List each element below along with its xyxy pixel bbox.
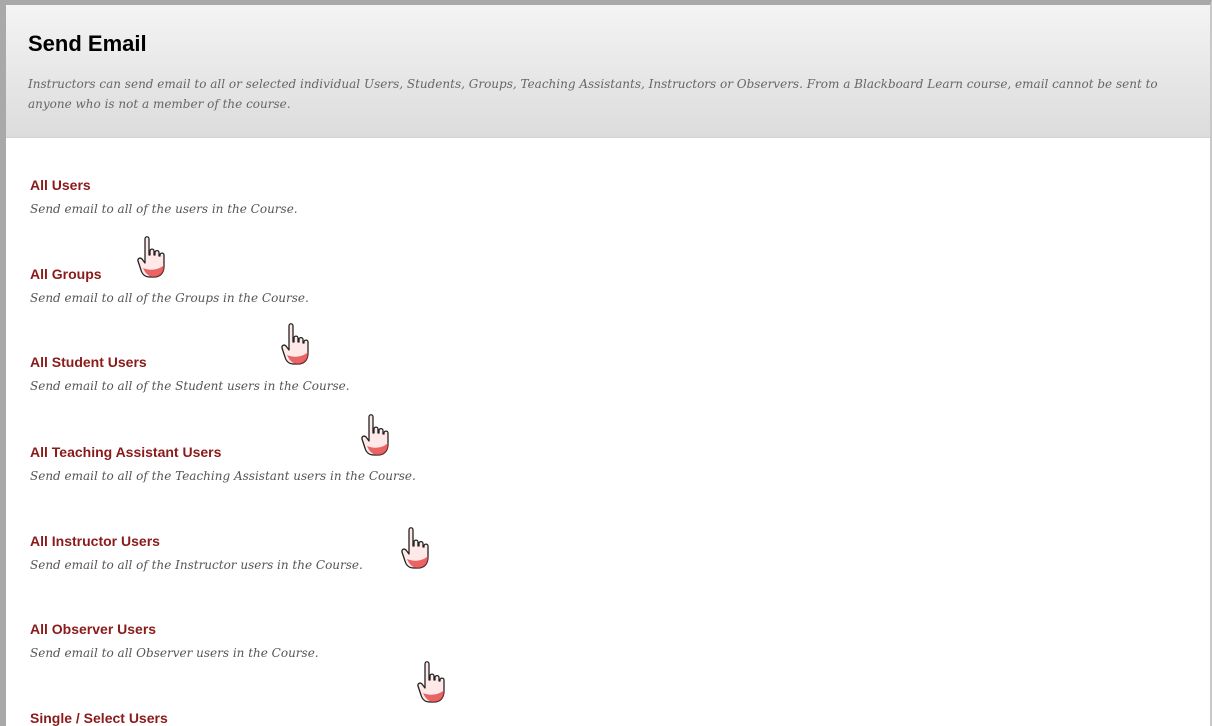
all-teaching-assistant-users-description: Send email to all of the Teaching Assist…: [30, 469, 416, 483]
all-instructor-users-link[interactable]: All Instructor Users: [30, 533, 363, 549]
all-observer-users-description: Send email to all Observer users in the …: [30, 646, 319, 660]
all-users-link[interactable]: All Users: [30, 177, 298, 193]
all-observer-users-link[interactable]: All Observer Users: [30, 621, 319, 637]
all-student-users-description: Send email to all of the Student users i…: [30, 379, 350, 393]
option-all-observer-users: All Observer Users Send email to all Obs…: [30, 621, 319, 660]
hand-pointer-icon: [361, 414, 389, 456]
hand-pointer-icon: [417, 661, 445, 703]
option-all-instructor-users: All Instructor Users Send email to all o…: [30, 533, 363, 572]
page-title: Send Email: [28, 31, 147, 56]
all-groups-description: Send email to all of the Groups in the C…: [30, 291, 309, 305]
hand-pointer-icon: [281, 323, 309, 365]
all-instructor-users-description: Send email to all of the Instructor user…: [30, 558, 363, 572]
option-all-users: All Users Send email to all of the users…: [30, 177, 298, 216]
page-description: Instructors can send email to all or sel…: [28, 77, 1158, 111]
all-users-description: Send email to all of the users in the Co…: [30, 202, 298, 216]
page-frame: Send Email Instructors can send email to…: [0, 0, 1212, 726]
hand-pointer-icon: [401, 527, 429, 569]
option-single-select-users: Single / Select Users: [30, 710, 168, 726]
all-teaching-assistant-users-link[interactable]: All Teaching Assistant Users: [30, 444, 416, 460]
hand-pointer-icon: [137, 236, 165, 278]
single-select-users-link[interactable]: Single / Select Users: [30, 710, 168, 726]
page-header: Send Email Instructors can send email to…: [6, 5, 1210, 138]
option-all-teaching-assistant-users: All Teaching Assistant Users Send email …: [30, 444, 416, 483]
